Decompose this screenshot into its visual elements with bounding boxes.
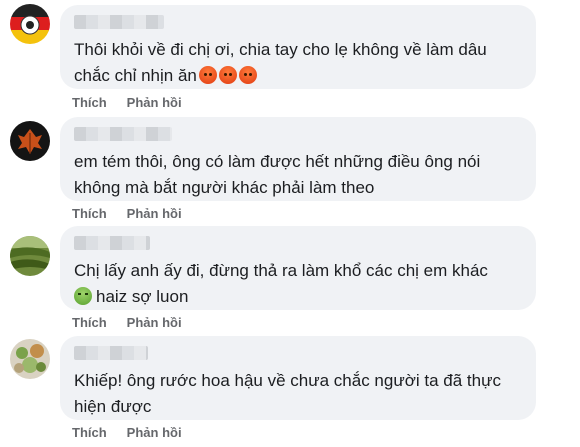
like-button[interactable]: Thích bbox=[72, 425, 107, 440]
commenter-name-blurred[interactable] bbox=[74, 127, 172, 141]
comment-text: em tém thôi, ông có làm được hết những đ… bbox=[74, 152, 481, 197]
reply-button[interactable]: Phản hồi bbox=[127, 315, 182, 330]
comment-actions: Thích Phản hồi bbox=[72, 206, 202, 221]
comment-bubble: Thôi khỏi về đi chị ơi, chia tay cho lẹ … bbox=[60, 5, 536, 89]
like-button[interactable]: Thích bbox=[72, 95, 107, 110]
commenter-name-blurred[interactable] bbox=[74, 236, 150, 250]
commenter-name-blurred[interactable] bbox=[74, 15, 164, 29]
commenter-name-blurred[interactable] bbox=[74, 346, 148, 360]
comment-text-second-line: haiz sợ luon bbox=[96, 287, 189, 306]
like-button[interactable]: Thích bbox=[72, 206, 107, 221]
comment-actions: Thích Phản hồi bbox=[72, 315, 202, 330]
comment-bubble: em tém thôi, ông có làm được hết những đ… bbox=[60, 117, 536, 201]
reply-button[interactable]: Phản hồi bbox=[127, 206, 182, 221]
comment-text: Khiếp! ông rước hoa hậu về chưa chắc ngư… bbox=[74, 371, 501, 416]
reply-button[interactable]: Phản hồi bbox=[127, 425, 182, 440]
comment-text: Thôi khỏi về đi chị ơi, chia tay cho lẹ … bbox=[74, 40, 487, 85]
angry-face-icon bbox=[198, 66, 217, 84]
comment-bubble: Khiếp! ông rước hoa hậu về chưa chắc ngư… bbox=[60, 336, 536, 420]
angry-face-icon bbox=[218, 66, 237, 84]
comment-text: Chị lấy anh ấy đi, đừng thả ra làm khổ c… bbox=[74, 261, 488, 280]
angry-face-icon bbox=[238, 66, 257, 84]
avatar[interactable] bbox=[10, 339, 50, 379]
avatar[interactable] bbox=[10, 236, 50, 276]
reply-button[interactable]: Phản hồi bbox=[127, 95, 182, 110]
like-button[interactable]: Thích bbox=[72, 315, 107, 330]
comment-bubble: Chị lấy anh ấy đi, đừng thả ra làm khổ c… bbox=[60, 226, 536, 310]
comment-actions: Thích Phản hồi bbox=[72, 425, 202, 440]
nauseated-face-icon bbox=[74, 287, 92, 305]
avatar[interactable] bbox=[10, 4, 50, 44]
comment-actions: Thích Phản hồi bbox=[72, 95, 202, 110]
avatar[interactable] bbox=[10, 121, 50, 161]
